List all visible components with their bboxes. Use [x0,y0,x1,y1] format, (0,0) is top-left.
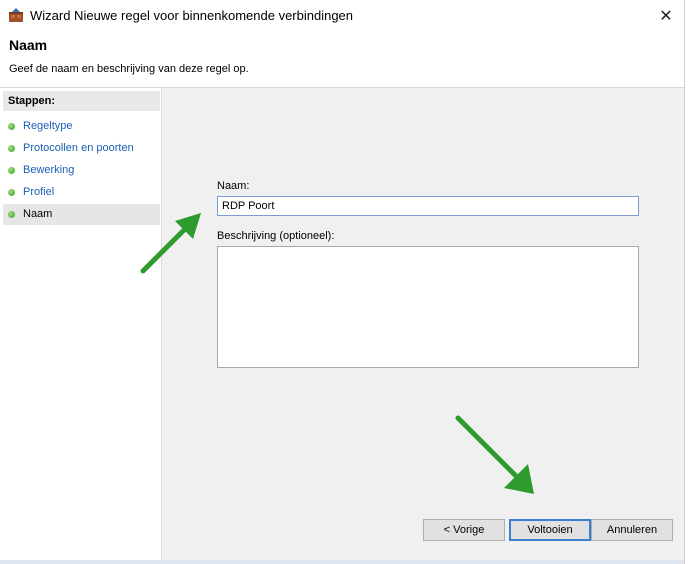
step-label: Regeltype [23,120,73,132]
name-label: Naam: [217,180,250,192]
step-profiel[interactable]: Profiel [3,182,160,203]
step-label: Naam [23,208,53,220]
window-title: Wizard Nieuwe regel voor binnenkomende v… [30,8,354,23]
green-dot-icon [8,189,15,196]
description-textarea[interactable] [217,246,639,368]
back-button[interactable]: < Vorige [423,519,505,541]
firewall-wizard-icon [8,7,24,23]
description-label: Beschrijving (optioneel): [217,230,335,242]
name-input[interactable]: RDP Poort [217,196,639,216]
close-icon: ✕ [659,7,673,25]
steps-panel: Stappen: Regeltype Protocollen en poorte… [0,88,162,564]
green-dot-icon [8,167,15,174]
finish-button[interactable]: Voltooien [509,519,591,541]
green-dot-icon [8,145,15,152]
wizard-header: Naam Geef de naam en beschrijving van de… [0,31,684,88]
content-area: Naam: RDP Poort Beschrijving (optioneel)… [162,88,684,564]
green-arrow-icon [140,213,201,274]
green-arrow-icon [455,415,534,494]
close-button[interactable]: ✕ [648,0,684,31]
step-regeltype[interactable]: Regeltype [3,116,160,137]
taskbar-edge [0,560,684,564]
background-window-edge [685,0,696,564]
step-bewerking[interactable]: Bewerking [3,160,160,181]
page-description: Geef de naam en beschrijving van deze re… [9,63,249,75]
step-protocollen[interactable]: Protocollen en poorten [3,138,160,159]
step-label: Bewerking [23,164,75,176]
steps-heading: Stappen: [3,91,160,111]
green-dot-icon [8,211,15,218]
title-bar: Wizard Nieuwe regel voor binnenkomende v… [0,0,684,31]
step-label: Profiel [23,186,55,198]
wizard-window: Wizard Nieuwe regel voor binnenkomende v… [0,0,685,564]
step-label: Protocollen en poorten [23,142,134,154]
green-dot-icon [8,123,15,130]
cancel-button[interactable]: Annuleren [591,519,673,541]
page-title: Naam [9,37,48,53]
